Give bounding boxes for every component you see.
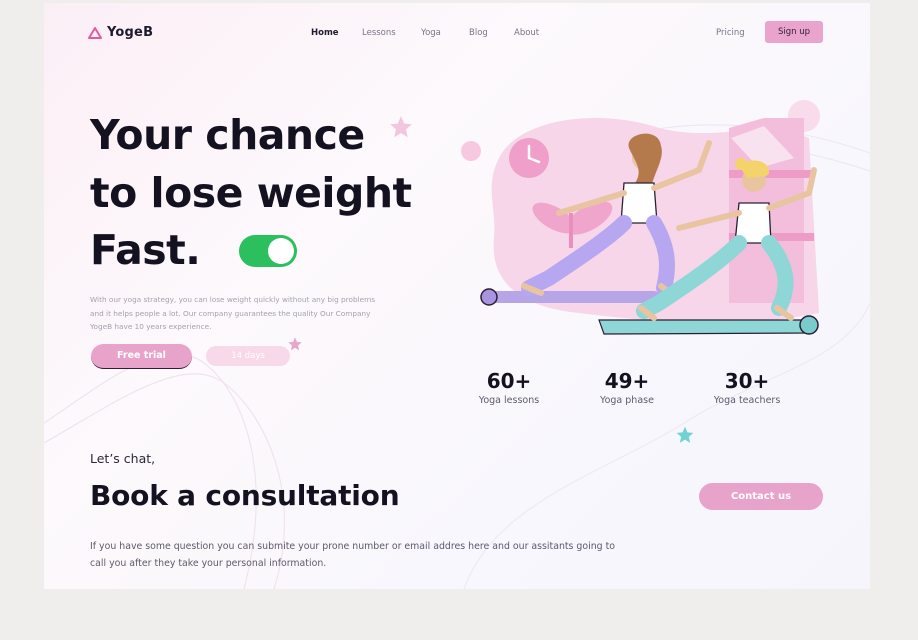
nav-about[interactable]: About <box>514 28 539 38</box>
nav-yoga[interactable]: Yoga <box>421 28 441 38</box>
nav-home[interactable]: Home <box>311 28 339 38</box>
stat-phase: 49+ Yoga phase <box>577 369 677 406</box>
stat-label: Yoga lessons <box>478 395 540 406</box>
consultation-title: Book a consultation <box>90 479 400 512</box>
consultation-description: If you have some question you can submit… <box>90 541 615 570</box>
hero-title-line-1: Your chance <box>90 111 365 159</box>
toggle-knob <box>268 238 294 264</box>
stat-teachers: 30+ Yoga teachers <box>697 369 797 406</box>
nav-lessons[interactable]: Lessons <box>362 28 396 38</box>
logo[interactable]: YogeB <box>88 25 153 40</box>
nav-pricing[interactable]: Pricing <box>716 28 745 38</box>
toggle-switch[interactable] <box>239 235 297 267</box>
chat-kicker: Let’s chat, <box>90 451 156 466</box>
signup-button[interactable]: Sign up <box>765 21 823 43</box>
nav-blog[interactable]: Blog <box>469 28 488 38</box>
stat-lessons: 60+ Yoga lessons <box>459 369 559 406</box>
star-icon <box>390 116 412 138</box>
yoga-illustration <box>461 100 820 335</box>
star-icon <box>676 426 694 443</box>
stat-value: 60+ <box>486 369 532 393</box>
hero-description: With our yoga strategy, you can lose wei… <box>90 295 376 332</box>
logo-triangle-icon <box>88 26 102 39</box>
landing-page: YogeB Home Lessons Yoga Blog About Prici… <box>44 3 870 589</box>
logo-text: YogeB <box>107 25 154 40</box>
stat-label: Yoga phase <box>600 395 654 406</box>
free-trial-button[interactable]: Free trial <box>91 344 192 369</box>
fourteen-days-button[interactable]: 14 days <box>206 346 290 366</box>
contact-us-button[interactable]: Contact us <box>699 483 823 510</box>
stat-value: 30+ <box>724 369 770 393</box>
hero-title-line-2: to lose weight <box>90 169 412 217</box>
star-icon <box>288 337 302 351</box>
hero-title-line-3: Fast. <box>90 226 201 274</box>
stat-value: 49+ <box>604 369 650 393</box>
stat-label: Yoga teachers <box>713 395 781 406</box>
